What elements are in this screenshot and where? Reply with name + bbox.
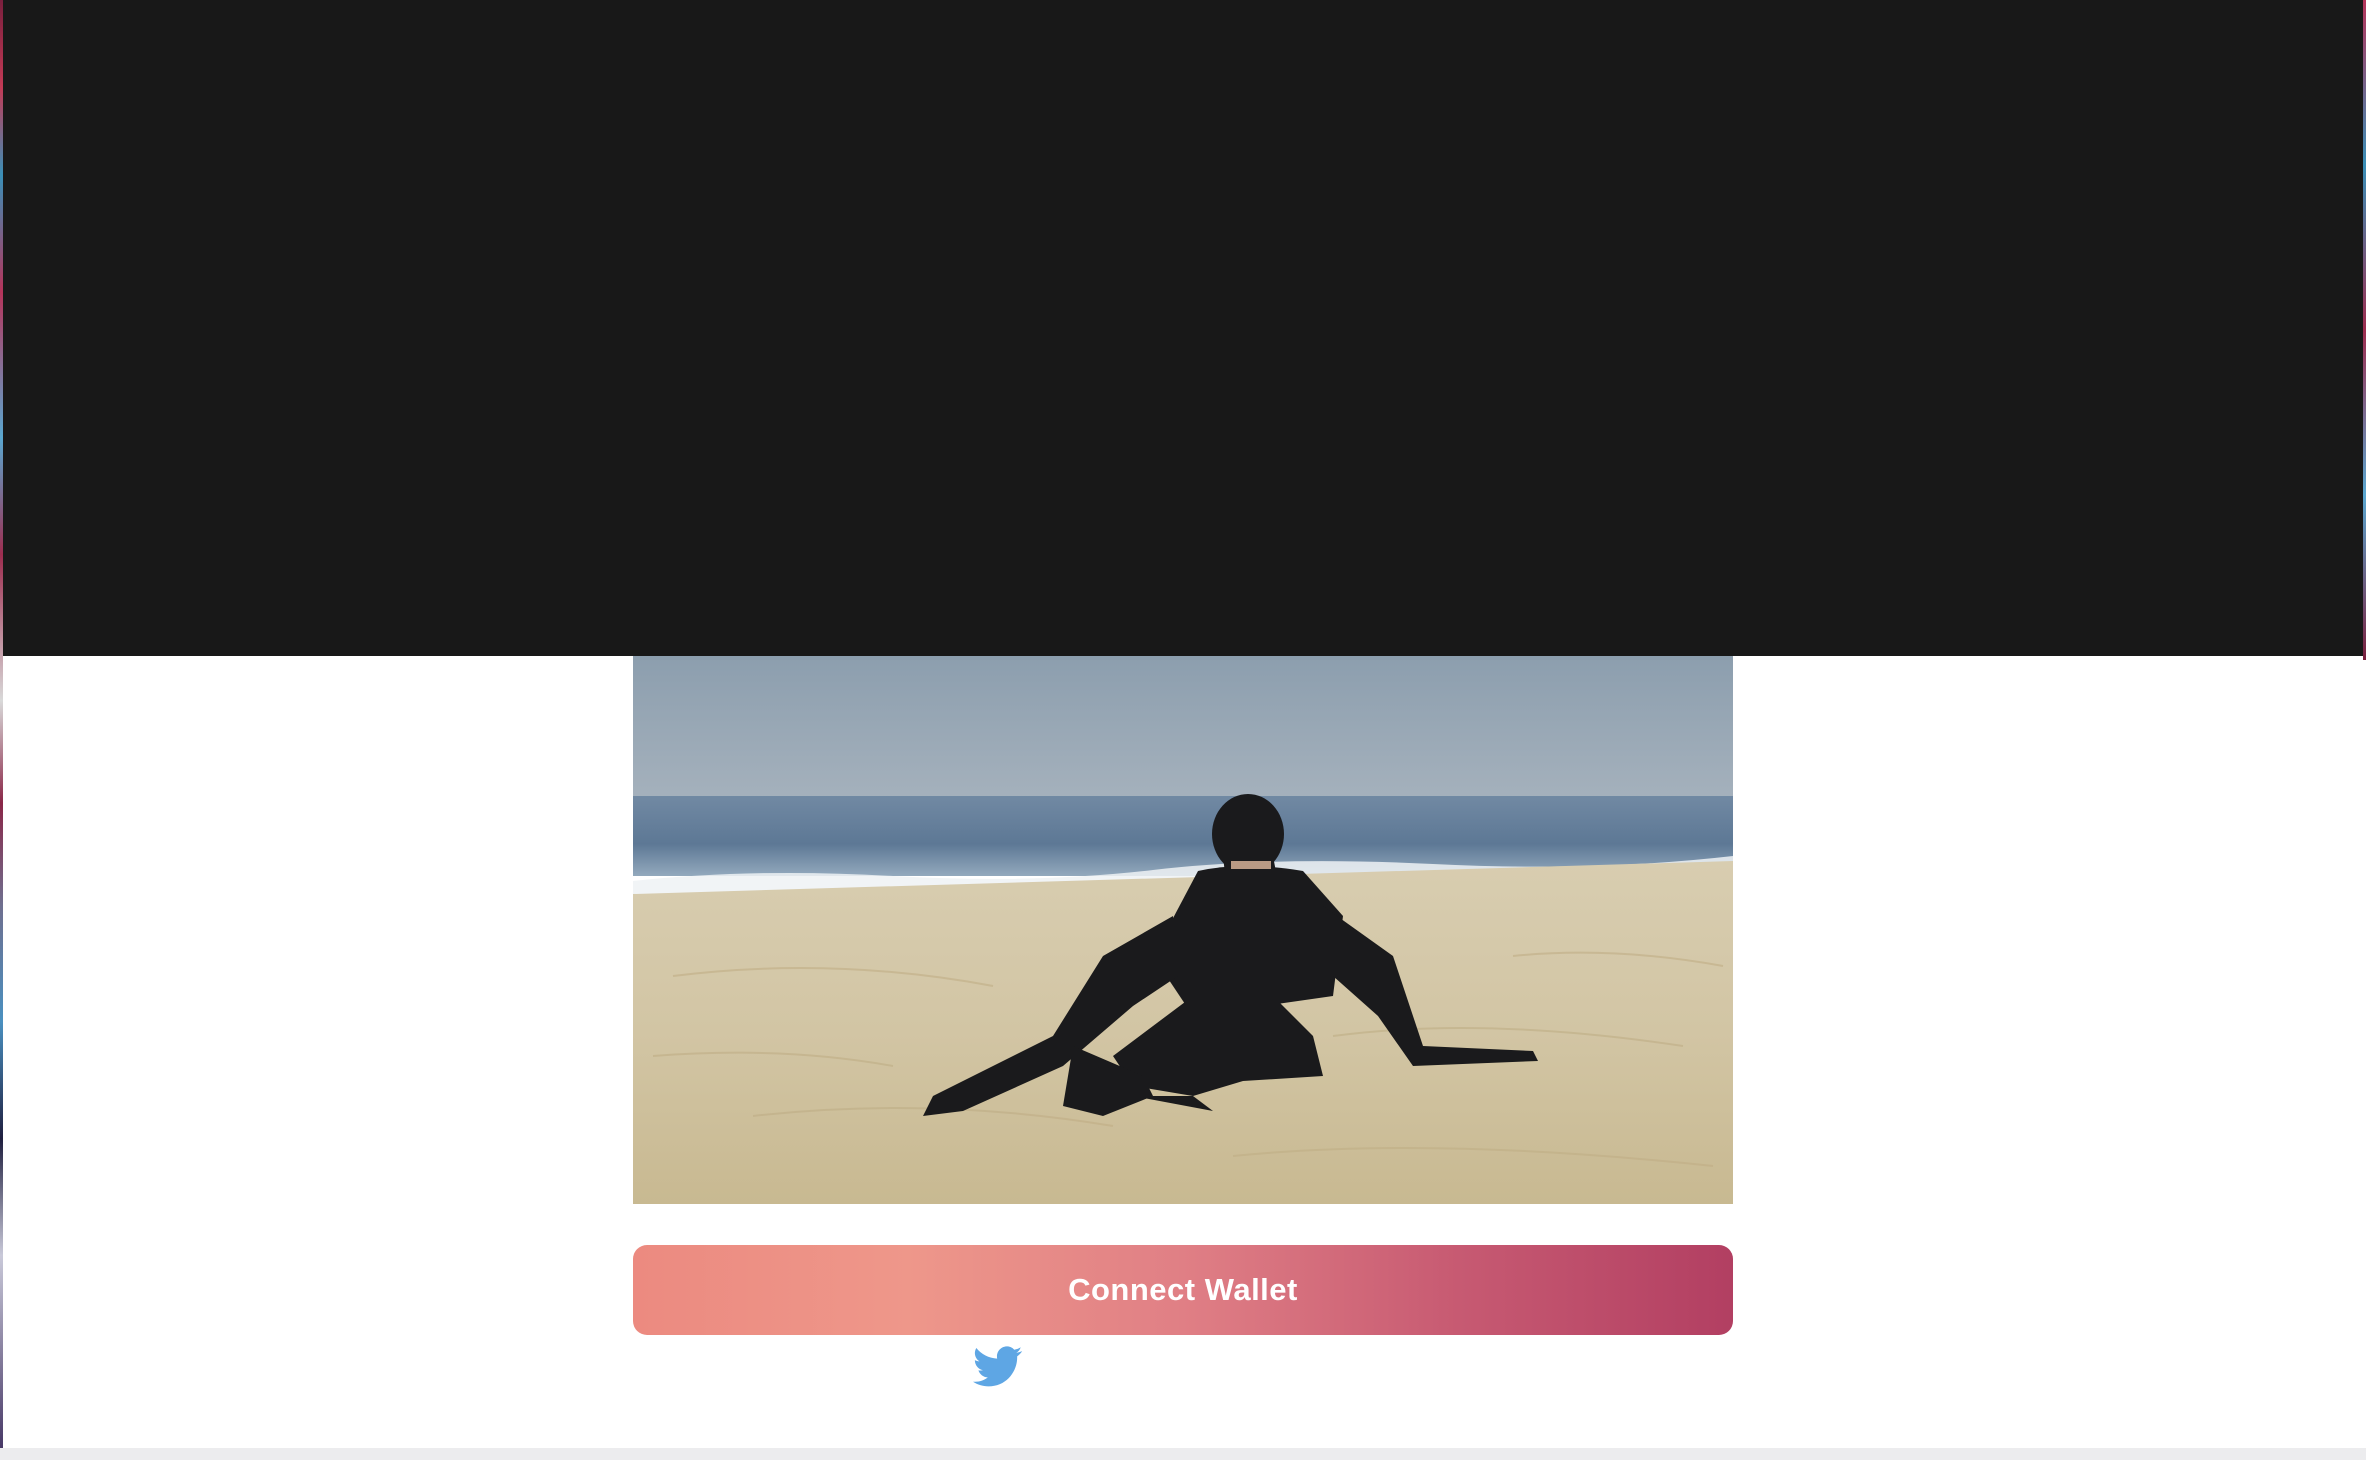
bottom-bar [0, 1448, 2366, 1460]
top-banner [3, 0, 2363, 656]
twitter-icon [973, 1346, 1023, 1387]
page: Connect Wallet [0, 0, 2366, 1460]
twitter-link[interactable] [973, 1345, 1023, 1389]
hero-image [633, 656, 1733, 1204]
connect-wallet-button[interactable]: Connect Wallet [633, 1245, 1733, 1335]
